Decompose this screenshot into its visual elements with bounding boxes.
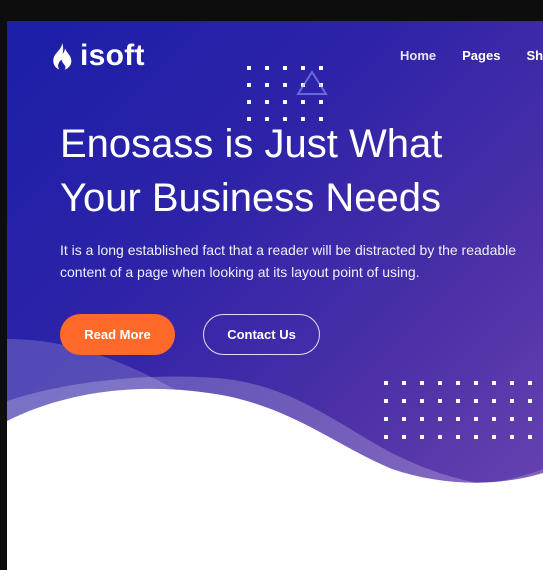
- nav-item-shop[interactable]: Sho: [526, 48, 543, 63]
- nav-item-pages[interactable]: Pages: [462, 48, 500, 63]
- window-frame-left: [0, 21, 7, 570]
- read-more-button[interactable]: Read More: [60, 314, 175, 355]
- contact-us-button[interactable]: Contact Us: [203, 314, 320, 355]
- flame-icon: [52, 42, 72, 70]
- window-frame-top: [0, 0, 543, 21]
- hero-subtitle: It is a long established fact that a rea…: [60, 242, 517, 280]
- dot-grid-decoration-right: [384, 381, 532, 439]
- hero-title: Enosass is Just What Your Business Needs: [60, 122, 443, 220]
- brand-logo[interactable]: isoft: [52, 41, 145, 71]
- nav-item-home[interactable]: Home: [400, 48, 436, 63]
- landing-page: isoft Home Pages Sho Enosass is Just Wha…: [7, 21, 543, 570]
- triangle-outline-decoration: [296, 70, 328, 95]
- brand-name: isoft: [80, 39, 145, 72]
- main-navigation: Home Pages Sho: [400, 48, 543, 63]
